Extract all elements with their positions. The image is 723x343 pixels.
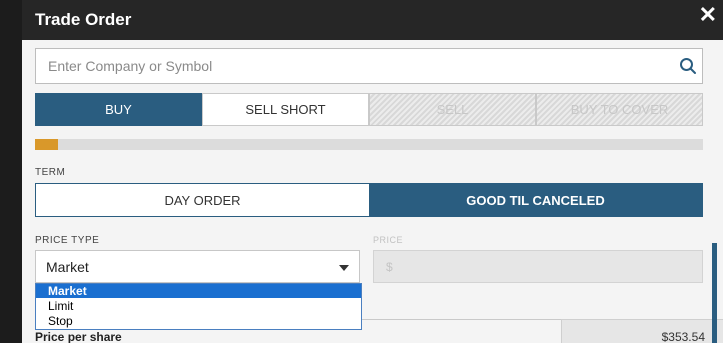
- price-per-share-box: $353.54: [561, 319, 723, 343]
- order-progress-fill: [35, 139, 59, 150]
- term-toggle: DAY ORDER GOOD TIL CANCELED: [35, 183, 703, 217]
- tab-buy[interactable]: BUY: [35, 93, 202, 126]
- close-icon[interactable]: ✕: [699, 2, 717, 28]
- term-day-order[interactable]: DAY ORDER: [36, 184, 369, 216]
- price-per-share-value: $353.54: [661, 330, 705, 343]
- search-icon[interactable]: [678, 56, 698, 76]
- trade-order-dialog: Trade Order ✕ BUY SELL SHORT SELL BUY TO…: [22, 0, 723, 343]
- dropdown-option-limit[interactable]: Limit: [36, 299, 361, 313]
- price-type-label: PRICE TYPE: [35, 235, 100, 246]
- price-per-share-label: Price per share: [35, 330, 122, 343]
- price-type-selected-value: Market: [46, 259, 89, 275]
- tab-buy-to-cover: BUY TO COVER: [536, 93, 703, 126]
- order-action-tabs: BUY SELL SHORT SELL BUY TO COVER: [35, 93, 703, 126]
- term-label: TERM: [35, 167, 66, 178]
- price-currency-prefix: $: [386, 260, 393, 274]
- symbol-search-input[interactable]: [36, 49, 656, 83]
- symbol-search: [35, 48, 703, 84]
- dropdown-option-market[interactable]: Market: [36, 284, 361, 298]
- price-input: $: [373, 250, 703, 283]
- order-progress-bar: [35, 139, 703, 150]
- price-label: PRICE: [373, 235, 404, 245]
- chevron-down-icon: [339, 265, 349, 271]
- scrollbar-thumb[interactable]: [712, 243, 717, 343]
- dialog-titlebar: Trade Order ✕: [22, 0, 723, 40]
- tab-sell-short[interactable]: SELL SHORT: [202, 93, 369, 126]
- dialog-title: Trade Order: [35, 10, 132, 29]
- price-type-dropdown-list: Market Limit Stop: [35, 283, 362, 330]
- price-type-select[interactable]: Market: [35, 250, 360, 283]
- dropdown-option-stop[interactable]: Stop: [36, 314, 361, 328]
- tab-sell: SELL: [369, 93, 536, 126]
- term-good-til-canceled[interactable]: GOOD TIL CANCELED: [369, 184, 702, 216]
